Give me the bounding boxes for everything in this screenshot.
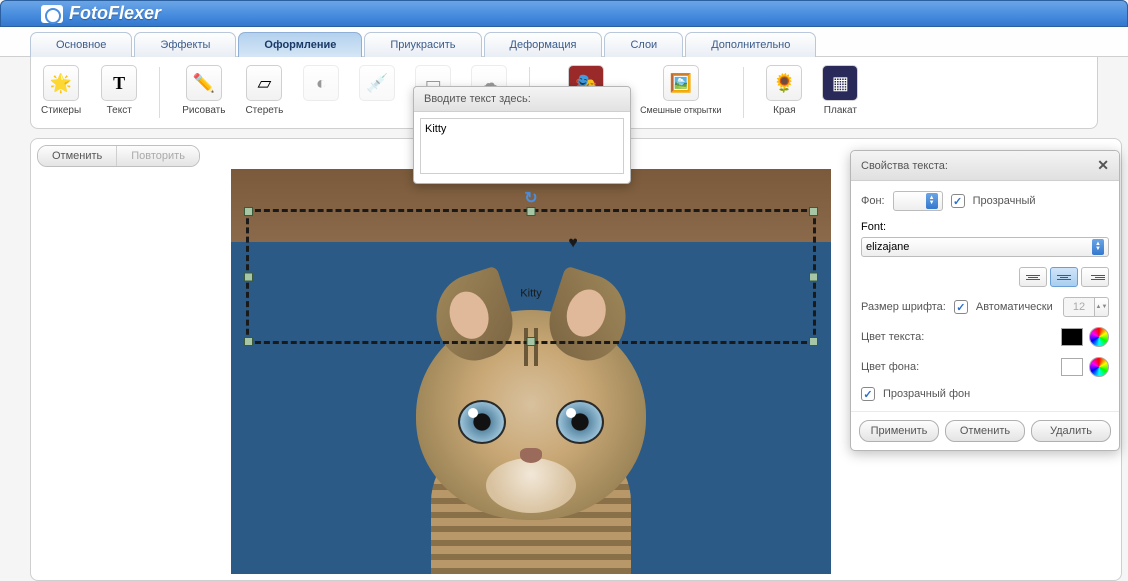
tab-decorate[interactable]: Оформление <box>238 32 362 57</box>
bg-select[interactable]: ▲▼ <box>893 191 943 211</box>
heart-icon: ♥ <box>568 234 578 252</box>
tool-poster[interactable]: ▦ Плакат <box>818 63 862 122</box>
picker-icon: 💉 <box>359 65 395 101</box>
font-size-stepper[interactable]: ▲▼ <box>1095 297 1109 317</box>
cancel-button[interactable]: Отменить <box>945 420 1025 442</box>
tool-draw[interactable]: ✏️ Рисовать <box>178 63 229 122</box>
bg-color-label: Цвет фона: <box>861 361 919 373</box>
handle-br[interactable] <box>809 337 818 346</box>
text-entry-popup[interactable]: Вводите текст здесь: <box>413 86 631 184</box>
align-right-button[interactable] <box>1081 267 1109 287</box>
tool-hidden1[interactable]: ◐ <box>299 63 343 122</box>
bg-color-swatch[interactable] <box>1061 358 1083 376</box>
bg-label: Фон: <box>861 195 885 207</box>
text-color-label: Цвет текста: <box>861 331 924 343</box>
font-label: Font: <box>861 221 886 233</box>
auto-label: Автоматически <box>976 301 1053 313</box>
handle-mr[interactable] <box>809 272 818 281</box>
transparent-bg-label: Прозрачный фон <box>883 388 970 400</box>
size-label: Размер шрифта: <box>861 301 946 313</box>
handle-tm[interactable] <box>527 207 536 216</box>
tab-basic[interactable]: Основное <box>30 32 132 57</box>
text-color-picker-icon[interactable] <box>1089 327 1109 347</box>
text-selection-box[interactable]: ↻ Kitty ♥ <box>246 209 816 344</box>
eraser-icon: ▱ <box>246 65 282 101</box>
text-entry-input[interactable] <box>420 118 624 174</box>
apply-button[interactable]: Применить <box>859 420 939 442</box>
tool-borders[interactable]: 🌻 Края <box>762 63 806 122</box>
undo-button[interactable]: Отменить <box>38 146 117 166</box>
app-header: FotoFlexer <box>0 0 1128 27</box>
panel-header[interactable]: Свойства текста: ✕ <box>851 151 1119 181</box>
transparent-label: Прозрачный <box>973 195 1036 207</box>
fill-icon: ◐ <box>303 65 339 101</box>
text-overlay[interactable]: Kitty ♥ <box>520 242 541 311</box>
close-icon[interactable]: ✕ <box>1097 157 1109 174</box>
tool-hidden2[interactable]: 💉 <box>355 63 399 122</box>
text-icon: T <box>101 65 137 101</box>
tab-advanced[interactable]: Дополнительно <box>685 32 816 57</box>
app-logo-text: FotoFlexer <box>69 3 161 24</box>
handle-bm[interactable] <box>527 337 536 346</box>
tool-erase[interactable]: ▱ Стереть <box>241 63 287 122</box>
transparent-bg-checkbox[interactable]: ✓ <box>861 387 875 401</box>
handle-tl[interactable] <box>244 207 253 216</box>
tool-text[interactable]: T Текст <box>97 63 141 122</box>
rotate-handle[interactable]: ↻ <box>524 188 537 208</box>
border-icon: 🌻 <box>766 65 802 101</box>
pencil-icon: ✏️ <box>186 65 222 101</box>
align-left-button[interactable] <box>1019 267 1047 287</box>
font-select[interactable]: elizajane ▲▼ <box>861 237 1109 257</box>
tab-beautify[interactable]: Приукрасить <box>364 32 481 57</box>
tab-effects[interactable]: Эффекты <box>134 32 236 57</box>
poster-icon: ▦ <box>822 65 858 101</box>
align-center-button[interactable] <box>1050 267 1078 287</box>
align-group <box>1019 267 1109 287</box>
separator <box>159 67 160 118</box>
panel-title: Свойства текста: <box>861 160 948 172</box>
separator <box>743 67 744 118</box>
redo-button[interactable]: Повторить <box>117 146 199 166</box>
main-tabs: Основное Эффекты Оформление Приукрасить … <box>0 27 1128 57</box>
transparent-checkbox[interactable]: ✓ <box>951 194 965 208</box>
tab-layers[interactable]: Слои <box>604 32 683 57</box>
text-color-swatch[interactable] <box>1061 328 1083 346</box>
font-size-input[interactable] <box>1063 297 1095 317</box>
tab-distort[interactable]: Деформация <box>484 32 603 57</box>
tool-postcards[interactable]: 🖼️ Смешные открытки <box>636 63 725 122</box>
camera-icon <box>41 5 63 23</box>
handle-ml[interactable] <box>244 272 253 281</box>
postcard-icon: 🖼️ <box>663 65 699 101</box>
stickers-icon: 🌟 <box>43 65 79 101</box>
delete-button[interactable]: Удалить <box>1031 420 1111 442</box>
bg-color-picker-icon[interactable] <box>1089 357 1109 377</box>
canvas[interactable]: ↻ Kitty ♥ <box>231 169 831 574</box>
handle-tr[interactable] <box>809 207 818 216</box>
auto-size-checkbox[interactable]: ✓ <box>954 300 968 314</box>
text-entry-title: Вводите текст здесь: <box>414 87 630 112</box>
chevron-updown-icon: ▲▼ <box>1092 239 1104 255</box>
handle-bl[interactable] <box>244 337 253 346</box>
text-properties-panel: Свойства текста: ✕ Фон: ▲▼ ✓ Прозрачный … <box>850 150 1120 451</box>
undo-redo-bar: Отменить Повторить <box>37 145 200 167</box>
tool-stickers[interactable]: 🌟 Стикеры <box>37 63 85 122</box>
chevron-updown-icon: ▲▼ <box>926 193 938 209</box>
